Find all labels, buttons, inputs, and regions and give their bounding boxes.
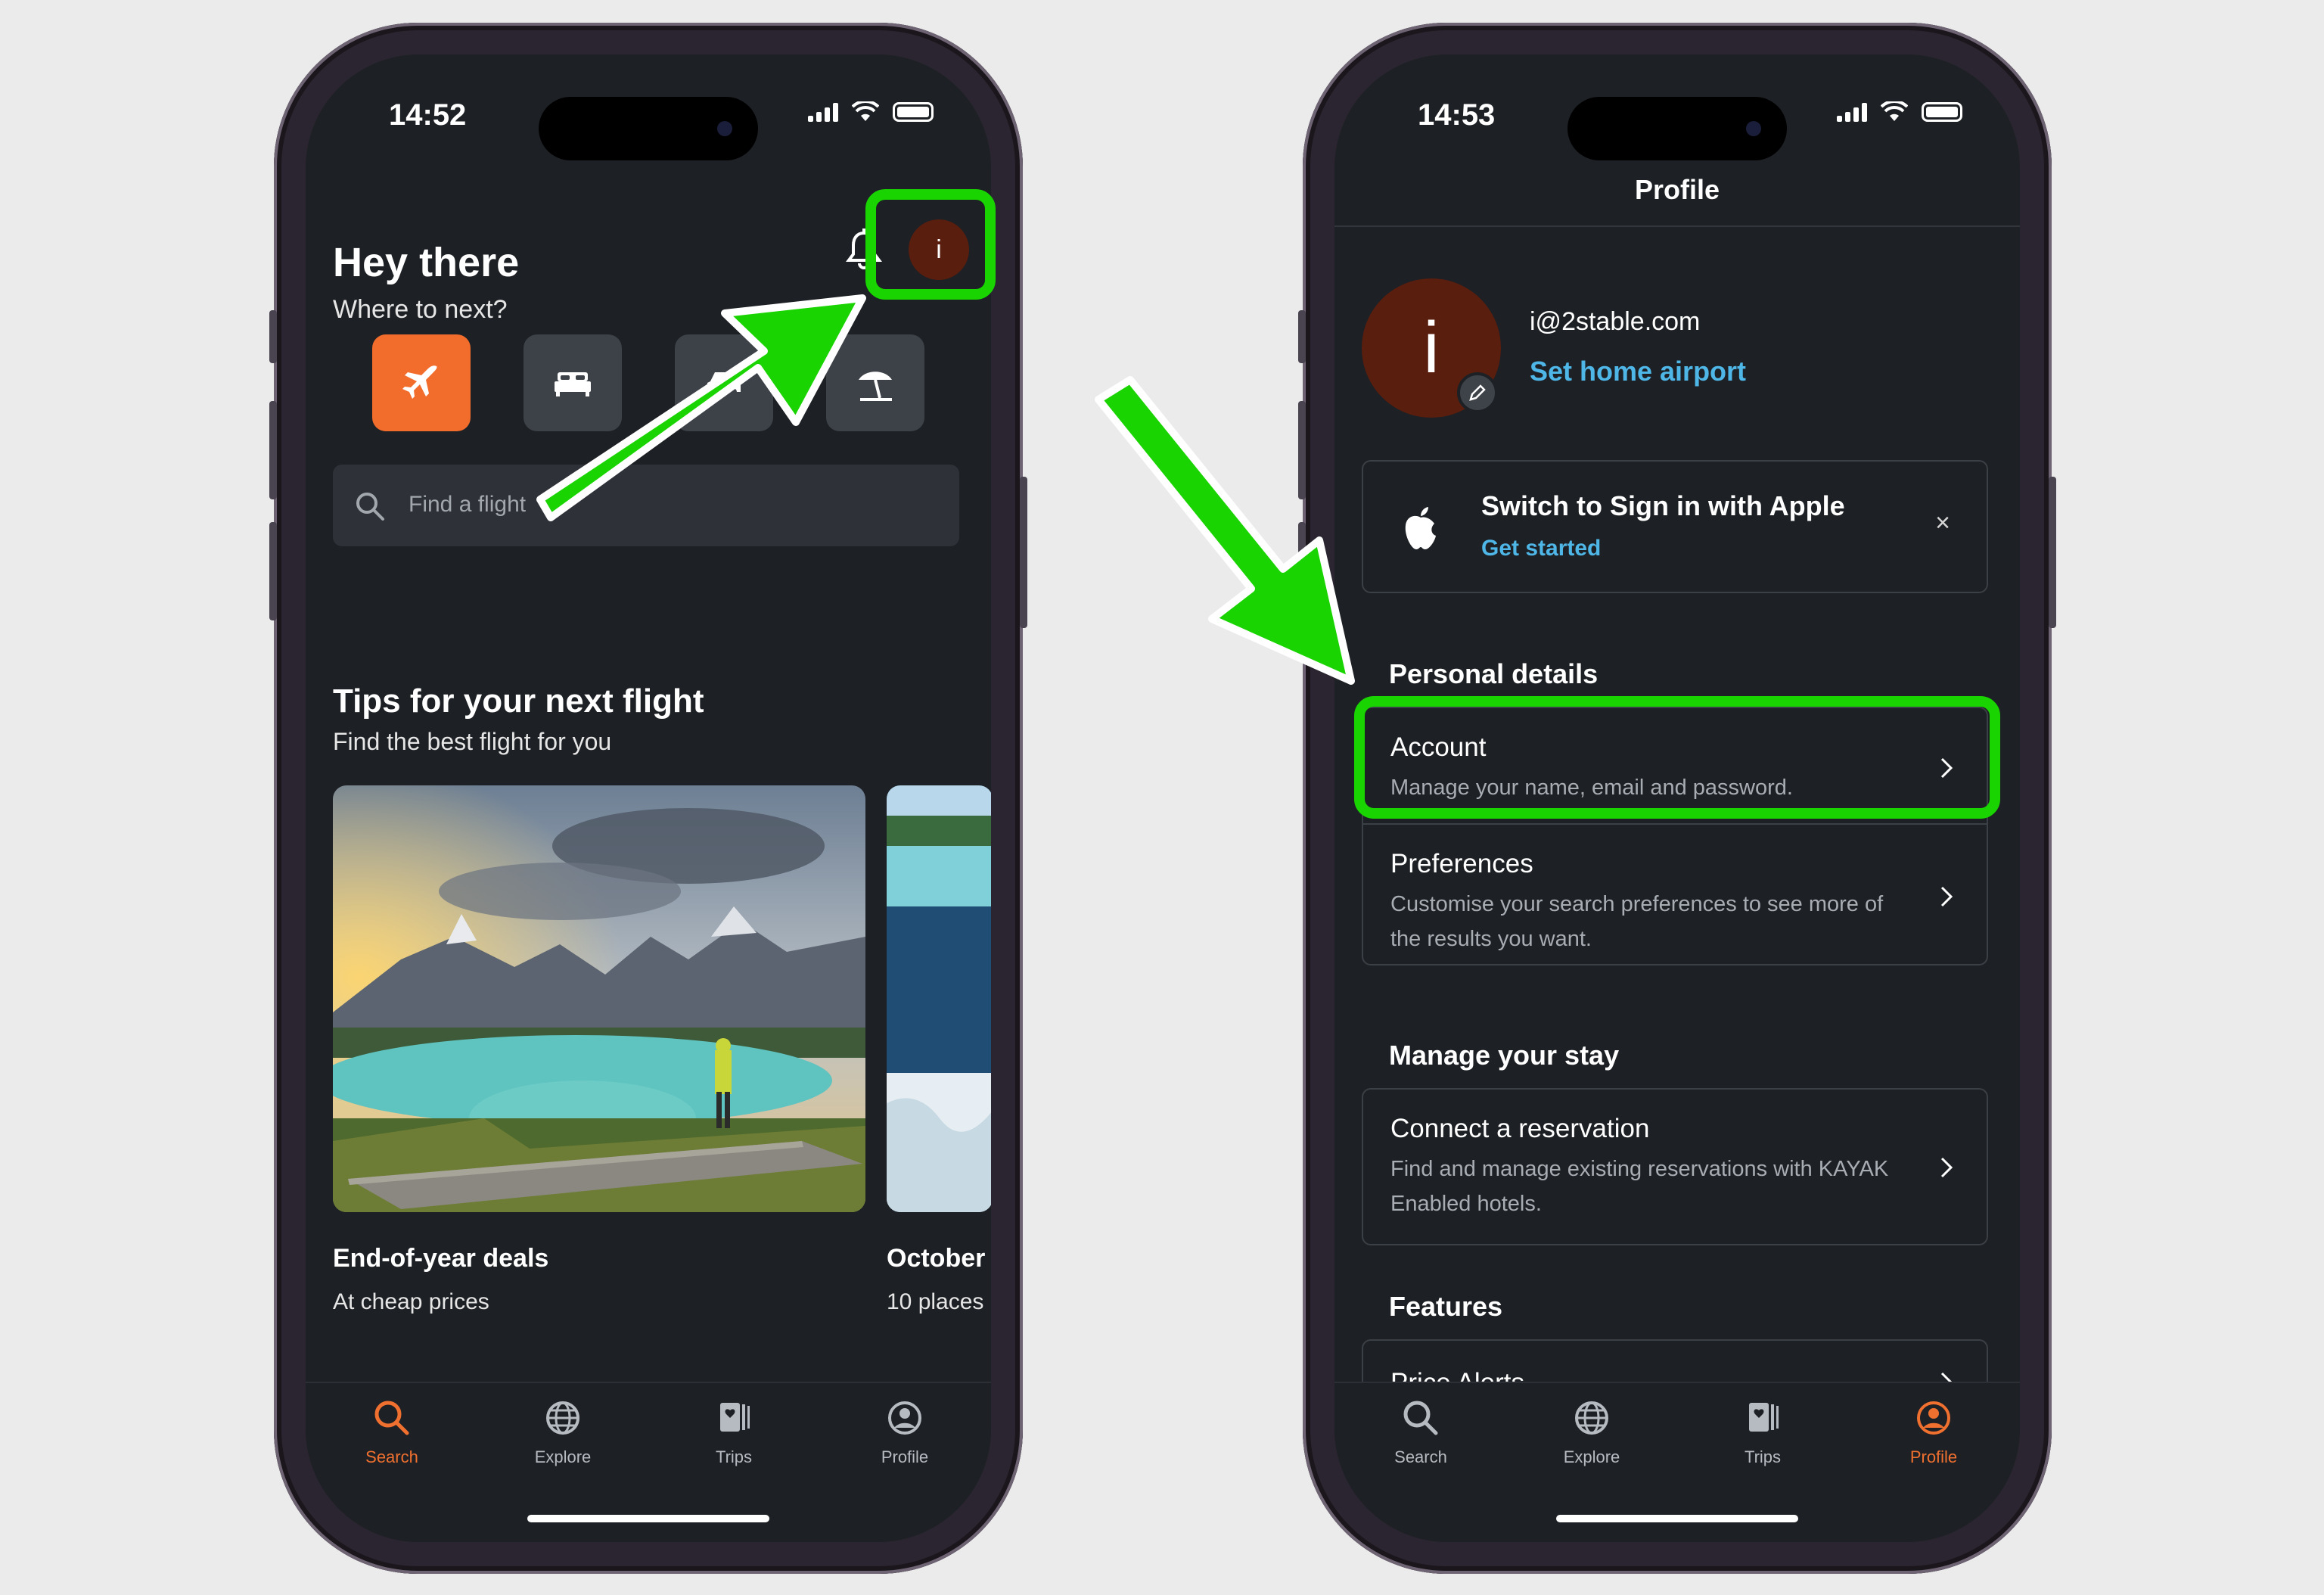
arrow-to-avatar — [536, 294, 866, 521]
arrow-to-account — [1095, 376, 1355, 685]
annotation-arrows — [536, 294, 1355, 685]
